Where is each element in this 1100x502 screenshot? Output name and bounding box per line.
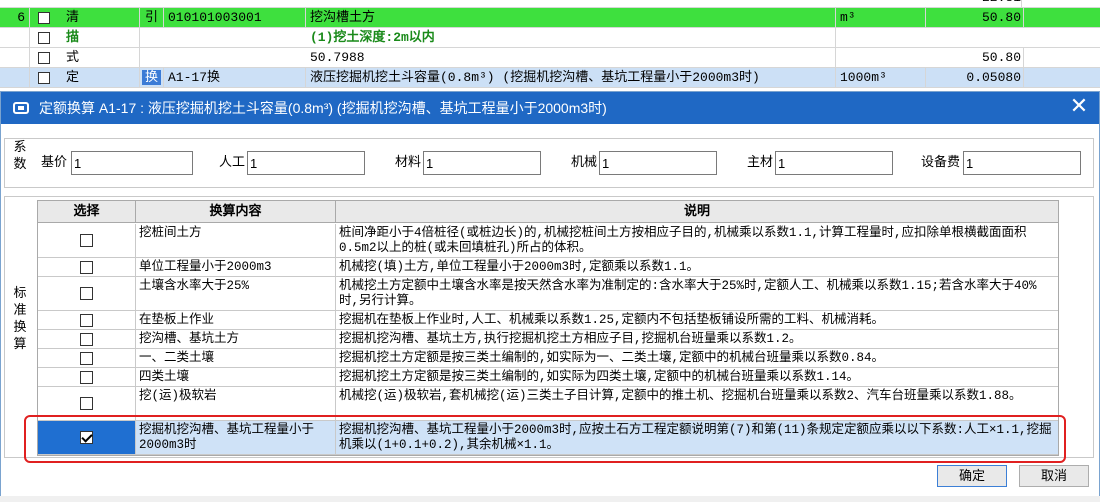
table-row[interactable]: 挖桩间土方 桩间净距小于4倍桩径(或桩边长)的,机械挖桩间土方按相应子目的,机械乘…	[38, 224, 1058, 258]
quota-icon	[13, 102, 29, 114]
labor-factor-input[interactable]	[247, 151, 365, 175]
factor-label-base: 基价	[41, 155, 68, 170]
select-checkbox[interactable]	[80, 351, 93, 365]
cancel-button[interactable]: 取消	[1019, 465, 1089, 487]
note-cell: 机械挖土方定额中土壤含水率是按天然含水率为准制定的:含水率大于25%时,定额人工…	[339, 279, 1037, 308]
material-factor-input[interactable]	[423, 151, 541, 175]
table-row[interactable]: 一、二类土壤 挖掘机挖土方定额是按三类土编制的,如实际为一、二类土壤,定额中的机械…	[38, 349, 1058, 368]
table-row[interactable]: 在垫板上作业 挖掘机在垫板上作业时,人工、机械乘以系数1.25,定额内不包括垫板铺…	[38, 311, 1058, 330]
header-select: 选择	[38, 201, 136, 223]
sheet-row-quota[interactable]: 定 换 A1-17换 液压挖掘机挖土斗容量(0.8m³) (挖掘机挖沟槽、基坑工…	[0, 68, 1100, 88]
row-unit: m³	[836, 8, 926, 28]
base-price-factor-input[interactable]	[71, 151, 193, 175]
header-content: 换算内容	[136, 201, 336, 223]
row-type: 描	[60, 28, 140, 48]
row-code: 010101003001	[164, 8, 306, 28]
content-cell: 挖沟槽、基坑土方	[136, 330, 336, 348]
close-icon[interactable]: ✕	[1067, 96, 1091, 120]
main-material-factor-input[interactable]	[775, 151, 893, 175]
row-name: 液压挖掘机挖土斗容量(0.8m³) (挖掘机挖沟槽、基坑工程量小于2000m3时…	[306, 68, 836, 88]
note-cell: 挖掘机挖土方定额是按三类土编制的,如实际为四类土壤,定额中的机械台班量乘以系数1…	[339, 370, 860, 384]
note-cell: 挖掘机在垫板上作业时,人工、机械乘以系数1.25,定额内不包括垫板铺设所需的工料…	[339, 313, 885, 327]
content-cell: 单位工程量小于2000m3	[136, 258, 336, 276]
row-unit: 1000m³	[836, 68, 926, 88]
converted-tag: 换	[142, 70, 162, 85]
select-cell	[38, 277, 136, 310]
note-cell: 桩间净距小于4倍桩径(或桩边长)的,机械挖桩间土方按相应子目的,机械乘以系数1.…	[339, 226, 1027, 255]
std-group-label: 标准换算	[13, 286, 27, 352]
select-cell	[38, 330, 136, 348]
sheet-row-formula[interactable]: 式 50.7988 50.80	[0, 48, 1100, 68]
machine-factor-input[interactable]	[599, 151, 717, 175]
ok-button[interactable]: 确定	[937, 465, 1007, 487]
sheet-row-list-item[interactable]: 6 清 引 010101003001 挖沟槽土方 m³ 50.80	[0, 8, 1100, 28]
select-cell	[38, 258, 136, 276]
row-checkbox[interactable]	[38, 52, 50, 64]
row-name: 挖沟槽土方	[306, 8, 836, 28]
sheet-row-desc[interactable]: 描 (1)挖土深度:2m以内	[0, 28, 1100, 48]
content-cell: 一、二类土壤	[136, 349, 336, 367]
content-cell: 土壤含水率大于25%	[136, 277, 336, 310]
header-note: 说明	[683, 204, 710, 219]
row-qty: 50.80	[926, 8, 1024, 28]
select-cell	[38, 349, 136, 367]
factor-label-labor: 人工	[219, 155, 246, 170]
factor-label-machine: 机械	[571, 155, 598, 170]
note-cell: 挖掘机挖沟槽、基坑土方,执行挖掘机挖土方相应子目,挖掘机台班量乘以系数1.2。	[339, 332, 802, 346]
select-cell	[38, 224, 136, 257]
select-checkbox[interactable]	[80, 370, 93, 384]
table-row[interactable]: 挖沟槽、基坑土方 挖掘机挖沟槽、基坑土方,执行挖掘机挖土方相应子目,挖掘机台班量乘…	[38, 330, 1058, 349]
select-checkbox[interactable]	[80, 234, 93, 247]
select-checkbox[interactable]	[80, 313, 93, 327]
dialog-title: 定额换算 A1-17 : 液压挖掘机挖土斗容量(0.8m³) (挖掘机挖沟槽、基…	[39, 100, 607, 116]
row-qty: 0.05080	[926, 68, 1024, 88]
factor-label-main-material: 主材	[747, 155, 774, 170]
select-cell	[38, 368, 136, 386]
dialog-titlebar[interactable]: 定额换算 A1-17 : 液压挖掘机挖土斗容量(0.8m³) (挖掘机挖沟槽、基…	[1, 92, 1099, 124]
select-checkbox[interactable]	[80, 332, 93, 346]
note-cell: 挖掘机挖土方定额是按三类土编制的,如实际为一、二类土壤,定额中的机械台班量乘以系…	[339, 351, 885, 365]
sheet-row-partial: 22.81	[0, 0, 1100, 8]
top-value: 22.81	[980, 0, 1022, 8]
row-checkbox[interactable]	[38, 12, 50, 24]
row-code: A1-17换	[164, 68, 306, 88]
content-cell: 在垫板上作业	[136, 311, 336, 329]
bottom-strip	[0, 496, 1100, 502]
table-row[interactable]: 单位工程量小于2000m3 机械挖(填)土方,单位工程量小于2000m3时,定额乘…	[38, 258, 1058, 277]
table-row[interactable]: 四类土壤 挖掘机挖土方定额是按三类土编制的,如实际为四类土壤,定额中的机械台班量乘…	[38, 368, 1058, 387]
row-type: 式	[60, 48, 140, 68]
factor-label-material: 材料	[395, 155, 422, 170]
note-cell: 机械挖(填)土方,单位工程量小于2000m3时,定额乘以系数1.1。	[339, 260, 700, 274]
row-checkbox[interactable]	[38, 72, 50, 84]
content-cell: 挖桩间土方	[136, 224, 336, 257]
table-row[interactable]: 土壤含水率大于25% 机械挖土方定额中土壤含水率是按天然含水率为准制定的:含水率大…	[38, 277, 1058, 311]
row-qty: 50.80	[926, 48, 1024, 68]
select-checkbox[interactable]	[80, 260, 93, 274]
row-type: 清	[60, 8, 140, 28]
row-number: 6	[0, 8, 30, 28]
factor-group-label: 系数	[13, 140, 27, 172]
row-name: (1)挖土深度:2m以内	[306, 28, 836, 48]
select-checkbox[interactable]	[80, 287, 93, 300]
row-checkbox[interactable]	[38, 32, 50, 44]
content-cell: 四类土壤	[136, 368, 336, 386]
row-ref: 引	[140, 8, 164, 28]
equipment-factor-input[interactable]	[963, 151, 1081, 175]
factor-label-equipment: 设备费	[921, 155, 961, 170]
table-header: 选择 换算内容 说明	[38, 201, 1058, 223]
select-cell	[38, 311, 136, 329]
highlight-annotation	[24, 415, 1066, 463]
row-tag-cell: 换	[140, 68, 164, 88]
select-checkbox[interactable]	[80, 397, 93, 410]
row-type: 定	[60, 68, 140, 88]
row-name: 50.7988	[306, 48, 836, 68]
factor-group: 系数 基价 人工 材料 机械 主材 设备费	[4, 138, 1094, 188]
